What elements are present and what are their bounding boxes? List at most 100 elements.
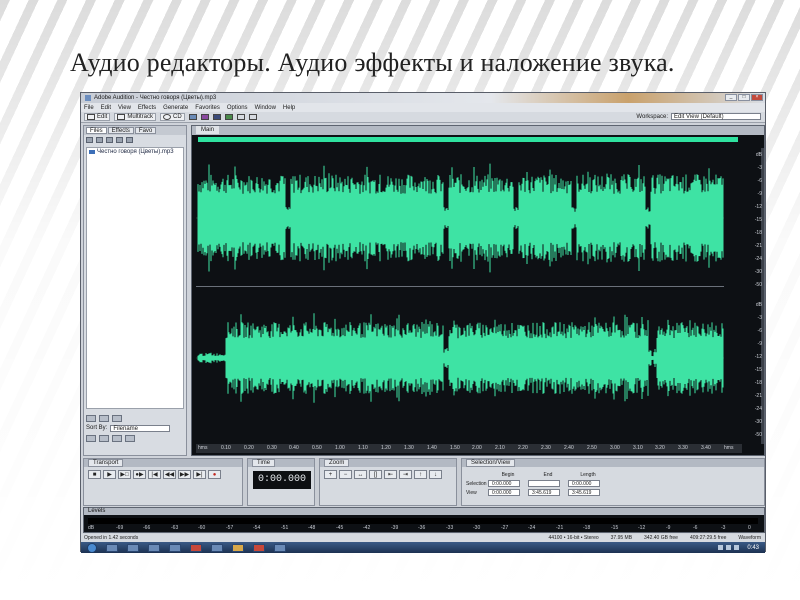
browser-taskbar-icon[interactable]: [211, 543, 223, 552]
level-tick-label: -66: [143, 525, 151, 531]
audition-taskbar-icon[interactable]: [274, 543, 286, 552]
zoom-right-edge-icon[interactable]: ⇥: [399, 470, 412, 479]
show-audio-icon[interactable]: [86, 434, 96, 442]
cd-view-button[interactable]: CD: [160, 113, 185, 121]
tab-favorites[interactable]: Favo: [134, 127, 157, 134]
menu-bar: File Edit View Effects Generate Favorite…: [81, 103, 765, 112]
taskbar-clock: 0:43: [747, 544, 759, 551]
menu-favorites[interactable]: Favorites: [195, 105, 220, 111]
zoom-out-vertical-icon[interactable]: ↓: [429, 470, 442, 479]
selection-begin-field[interactable]: 0:00.000: [488, 480, 520, 487]
stop-button[interactable]: ■: [88, 470, 101, 479]
play-button[interactable]: ▶: [103, 470, 116, 479]
go-to-start-button[interactable]: |◀: [148, 470, 161, 479]
multitrack-view-button[interactable]: Multitrack: [114, 113, 157, 121]
import-file-icon[interactable]: [86, 137, 93, 143]
volume-icon[interactable]: [734, 545, 739, 550]
minimize-button[interactable]: _: [725, 94, 737, 101]
tab-zoom[interactable]: Zoom: [324, 459, 350, 467]
time-tick-label: hms: [198, 445, 208, 451]
loop-icon[interactable]: [99, 414, 109, 422]
show-video-icon[interactable]: [112, 434, 122, 442]
menu-view[interactable]: View: [118, 105, 131, 111]
sort-label: Sort By:: [86, 425, 108, 431]
waveform-display[interactable]: [196, 148, 742, 444]
app-taskbar-icon[interactable]: [127, 543, 139, 552]
tab-transport[interactable]: Transport: [88, 459, 124, 467]
menu-help[interactable]: Help: [283, 105, 295, 111]
winamp-taskbar-icon[interactable]: [232, 543, 244, 552]
tab-selection-view[interactable]: Selection/View: [466, 459, 516, 467]
view-end-field[interactable]: 3:45.619: [528, 489, 560, 496]
autoplay-icon[interactable]: [86, 414, 96, 422]
play-view-button[interactable]: ▶□: [118, 470, 131, 479]
folder-taskbar-icon[interactable]: [169, 543, 181, 552]
close-button[interactable]: ×: [751, 94, 763, 101]
spectral-view-icon[interactable]: [188, 114, 197, 120]
network-icon[interactable]: [726, 545, 731, 550]
view-length-field[interactable]: 3:45.619: [568, 489, 600, 496]
sort-dropdown[interactable]: Filename: [110, 424, 171, 432]
files-panel: Files Effects Favo Честно говоря (Цветы)…: [83, 125, 187, 456]
db-tick-label: -6: [757, 328, 762, 334]
menu-window[interactable]: Window: [255, 105, 276, 111]
tab-levels[interactable]: Levels: [88, 508, 105, 514]
menu-edit[interactable]: Edit: [101, 105, 111, 111]
insert-cd-icon[interactable]: [116, 137, 123, 143]
zoom-in-vertical-icon[interactable]: ↑: [414, 470, 427, 479]
media-taskbar-icon[interactable]: [148, 543, 160, 552]
workspace-dropdown[interactable]: Edit View (Default): [671, 113, 761, 120]
view-begin-field[interactable]: 0:00.000: [488, 489, 520, 496]
list-item[interactable]: Честно говоря (Цветы).mp3: [87, 148, 183, 156]
selection-end-field[interactable]: [528, 480, 560, 487]
db-tick-label: -15: [754, 217, 762, 223]
zoom-out-full-icon[interactable]: ↔: [354, 470, 367, 479]
tab-time[interactable]: Time: [252, 459, 276, 467]
go-to-end-button[interactable]: ▶|: [193, 470, 206, 479]
hybrid-tool-icon[interactable]: [248, 114, 257, 120]
time-tick-label: 2.50: [587, 445, 597, 451]
insert-multitrack-icon[interactable]: [106, 137, 113, 143]
tab-effects[interactable]: Effects: [107, 127, 134, 134]
zoom-to-selection-icon[interactable]: []: [369, 470, 382, 479]
menu-file[interactable]: File: [84, 105, 94, 111]
status-size: 37.95 MB: [610, 535, 633, 541]
fast-forward-button[interactable]: ▶▶: [178, 470, 191, 479]
language-icon[interactable]: [718, 545, 723, 550]
waveform-view-icon[interactable]: [224, 114, 233, 120]
show-midi-icon[interactable]: [125, 434, 135, 442]
start-button[interactable]: [87, 542, 97, 553]
filezilla-taskbar-icon[interactable]: [190, 543, 202, 552]
db-tick-label: dB: [755, 302, 762, 308]
menu-generate[interactable]: Generate: [163, 105, 188, 111]
zoom-left-edge-icon[interactable]: ⇤: [384, 470, 397, 479]
edit-file-icon[interactable]: [126, 137, 133, 143]
record-button[interactable]: ●: [208, 470, 221, 479]
edit-view-button[interactable]: Edit: [84, 113, 111, 121]
time-tick-label: 3.40: [701, 445, 711, 451]
tab-files[interactable]: Files: [86, 127, 107, 134]
maximize-button[interactable]: □: [738, 94, 750, 101]
pan-view-icon[interactable]: [200, 114, 209, 120]
explorer-taskbar-icon[interactable]: [106, 543, 118, 552]
rewind-button[interactable]: ◀◀: [163, 470, 176, 479]
status-bar: Opened in 1.42 seconds 44100 • 16-bit • …: [81, 534, 765, 542]
pdf-taskbar-icon[interactable]: [253, 543, 265, 552]
time-select-icon[interactable]: [236, 114, 245, 120]
window-title: Adobe Audition - Честно говоря (Цветы).m…: [94, 95, 217, 101]
show-loops-icon[interactable]: [99, 434, 109, 442]
play-loop-button[interactable]: ●▶: [133, 470, 146, 479]
overview-bar[interactable]: [198, 137, 738, 142]
zoom-in-horizontal-icon[interactable]: +: [324, 470, 337, 479]
waveform-editor: Main dB -3 -6 -9 -12 -15 -18 -21 -24 -30 -50 dB -3 -6…: [191, 125, 765, 456]
tab-main[interactable]: Main: [196, 126, 220, 134]
play-preview-icon[interactable]: [112, 414, 122, 422]
time-tick-label: 3.20: [655, 445, 665, 451]
menu-effects[interactable]: Effects: [138, 105, 156, 111]
selection-length-field[interactable]: 0:00.000: [568, 480, 600, 487]
phase-view-icon[interactable]: [212, 114, 221, 120]
close-file-icon[interactable]: [96, 137, 103, 143]
menu-options[interactable]: Options: [227, 105, 248, 111]
level-tick-label: -39: [391, 525, 399, 531]
zoom-out-horizontal-icon[interactable]: −: [339, 470, 352, 479]
